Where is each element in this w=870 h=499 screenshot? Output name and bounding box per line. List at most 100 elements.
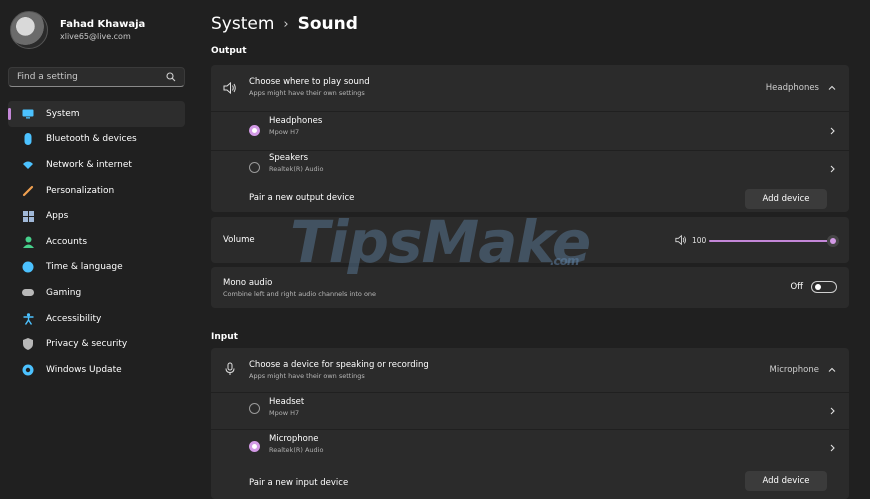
sidebar-item-label: Privacy & security	[46, 339, 128, 350]
sidebar-item-windows-update[interactable]: Windows Update	[8, 357, 185, 383]
accessibility-icon	[22, 312, 34, 325]
speaker-icon	[223, 81, 236, 95]
sidebar-item-label: System	[46, 108, 80, 119]
apps-icon	[22, 210, 34, 222]
chevron-up-icon[interactable]	[827, 365, 837, 375]
profile-text: Fahad Khawaja xlive65@live.com	[60, 18, 145, 42]
person-icon	[22, 236, 34, 248]
monitor-icon	[22, 108, 34, 120]
mono-audio-state: Off	[790, 282, 803, 292]
breadcrumb-separator: ›	[283, 16, 289, 32]
wifi-icon	[22, 159, 34, 171]
main-content: System › Sound Output Choose where to pl…	[209, 0, 849, 499]
search-icon	[166, 72, 176, 82]
search-input[interactable]: Find a setting	[8, 67, 185, 87]
chevron-right-icon[interactable]	[827, 443, 837, 453]
profile-email: xlive65@live.com	[60, 32, 131, 41]
sidebar-item-time-language[interactable]: Time & language	[8, 255, 185, 281]
sidebar-item-label: Apps	[46, 211, 69, 222]
chevron-right-icon[interactable]	[827, 406, 837, 416]
pair-output-row: Pair a new output device Add device	[211, 187, 849, 212]
output-device-row-headphones[interactable]: Headphones Mpow H7	[211, 112, 849, 150]
pair-input-row: Pair a new input device Add device	[211, 468, 849, 499]
speaker-icon[interactable]	[675, 234, 687, 246]
output-device-card: Choose where to play sound Apps might ha…	[211, 65, 849, 212]
mono-audio-title: Mono audio	[223, 278, 273, 288]
device-detail: Realtek(R) Audio	[269, 165, 324, 173]
microphone-icon	[225, 362, 235, 375]
volume-slider-thumb[interactable]	[827, 235, 839, 247]
selected-input-device: Microphone	[769, 365, 819, 375]
update-icon	[22, 364, 34, 376]
choose-output-subtitle: Apps might have their own settings	[249, 89, 365, 97]
device-name: Microphone	[269, 434, 319, 444]
breadcrumb: System › Sound	[211, 14, 358, 34]
mono-audio-card: Mono audio Combine left and right audio …	[211, 267, 849, 308]
pair-input-label: Pair a new input device	[249, 478, 349, 488]
sidebar-item-system[interactable]: System	[8, 101, 185, 127]
input-section-title: Input	[211, 332, 238, 342]
profile-name: Fahad Khawaja	[60, 19, 146, 30]
page-title: Sound	[297, 14, 358, 34]
sidebar-item-privacy-security[interactable]: Privacy & security	[8, 331, 185, 357]
search-placeholder: Find a setting	[17, 72, 78, 82]
sidebar-item-accounts[interactable]: Accounts	[8, 229, 185, 255]
sidebar-item-personalization[interactable]: Personalization	[8, 178, 185, 204]
sidebar-item-label: Network & internet	[46, 159, 132, 170]
sidebar-item-label: Personalization	[46, 185, 115, 196]
sidebar-item-label: Windows Update	[46, 364, 122, 375]
radio-headset[interactable]	[249, 403, 260, 414]
mono-audio-toggle[interactable]	[811, 281, 837, 293]
volume-value: 100	[692, 236, 707, 245]
sidebar-item-label: Time & language	[46, 262, 123, 273]
sidebar-item-label: Bluetooth & devices	[46, 134, 137, 145]
sidebar-item-network[interactable]: Network & internet	[8, 152, 185, 178]
chevron-right-icon[interactable]	[827, 126, 837, 136]
selected-output-device: Headphones	[765, 83, 819, 93]
device-detail: Realtek(R) Audio	[269, 446, 324, 454]
radio-speakers[interactable]	[249, 162, 260, 173]
sidebar-item-label: Accessibility	[46, 313, 102, 324]
bluetooth-icon	[22, 133, 34, 146]
sidebar-item-apps[interactable]: Apps	[8, 203, 185, 229]
add-output-device-button[interactable]: Add device	[745, 189, 827, 209]
device-name: Headset	[269, 397, 305, 407]
input-device-header[interactable]: Choose a device for speaking or recordin…	[211, 348, 849, 392]
input-device-row-headset[interactable]: Headset Mpow H7	[211, 393, 849, 429]
radio-microphone[interactable]	[249, 441, 260, 452]
settings-window: Fahad Khawaja xlive65@live.com Find a se…	[0, 0, 870, 499]
sidebar-item-label: Gaming	[46, 287, 82, 298]
sidebar-item-bluetooth[interactable]: Bluetooth & devices	[8, 127, 185, 153]
chevron-up-icon[interactable]	[827, 83, 837, 93]
brush-icon	[22, 185, 34, 197]
sidebar: Fahad Khawaja xlive65@live.com Find a se…	[0, 0, 195, 499]
mono-audio-subtitle: Combine left and right audio channels in…	[223, 290, 377, 298]
sidebar-item-label: Accounts	[46, 236, 88, 247]
toggle-knob	[815, 284, 821, 290]
add-input-device-button[interactable]: Add device	[745, 471, 827, 491]
volume-label: Volume	[223, 235, 255, 245]
sidebar-item-accessibility[interactable]: Accessibility	[8, 306, 185, 332]
breadcrumb-parent[interactable]: System	[211, 14, 274, 34]
sidebar-nav: System Bluetooth & devices Network & int…	[8, 101, 185, 383]
volume-slider-track[interactable]	[709, 240, 833, 242]
volume-card: Volume 100	[211, 217, 849, 263]
output-device-header[interactable]: Choose where to play sound Apps might ha…	[211, 65, 849, 111]
choose-input-title: Choose a device for speaking or recordin…	[249, 360, 429, 370]
device-detail: Mpow H7	[269, 128, 300, 136]
device-detail: Mpow H7	[269, 409, 300, 417]
chevron-right-icon[interactable]	[827, 164, 837, 174]
choose-input-subtitle: Apps might have their own settings	[249, 372, 365, 380]
output-device-row-speakers[interactable]: Speakers Realtek(R) Audio	[211, 151, 849, 187]
gamepad-icon	[22, 287, 34, 299]
pair-output-label: Pair a new output device	[249, 193, 355, 203]
avatar	[10, 11, 48, 49]
user-profile[interactable]: Fahad Khawaja xlive65@live.com	[10, 11, 145, 49]
choose-output-title: Choose where to play sound	[249, 77, 370, 87]
output-section-title: Output	[211, 46, 247, 56]
input-device-card: Choose a device for speaking or recordin…	[211, 348, 849, 499]
radio-headphones[interactable]	[249, 125, 260, 136]
input-device-row-microphone[interactable]: Microphone Realtek(R) Audio	[211, 430, 849, 468]
device-name: Speakers	[269, 153, 309, 163]
sidebar-item-gaming[interactable]: Gaming	[8, 280, 185, 306]
